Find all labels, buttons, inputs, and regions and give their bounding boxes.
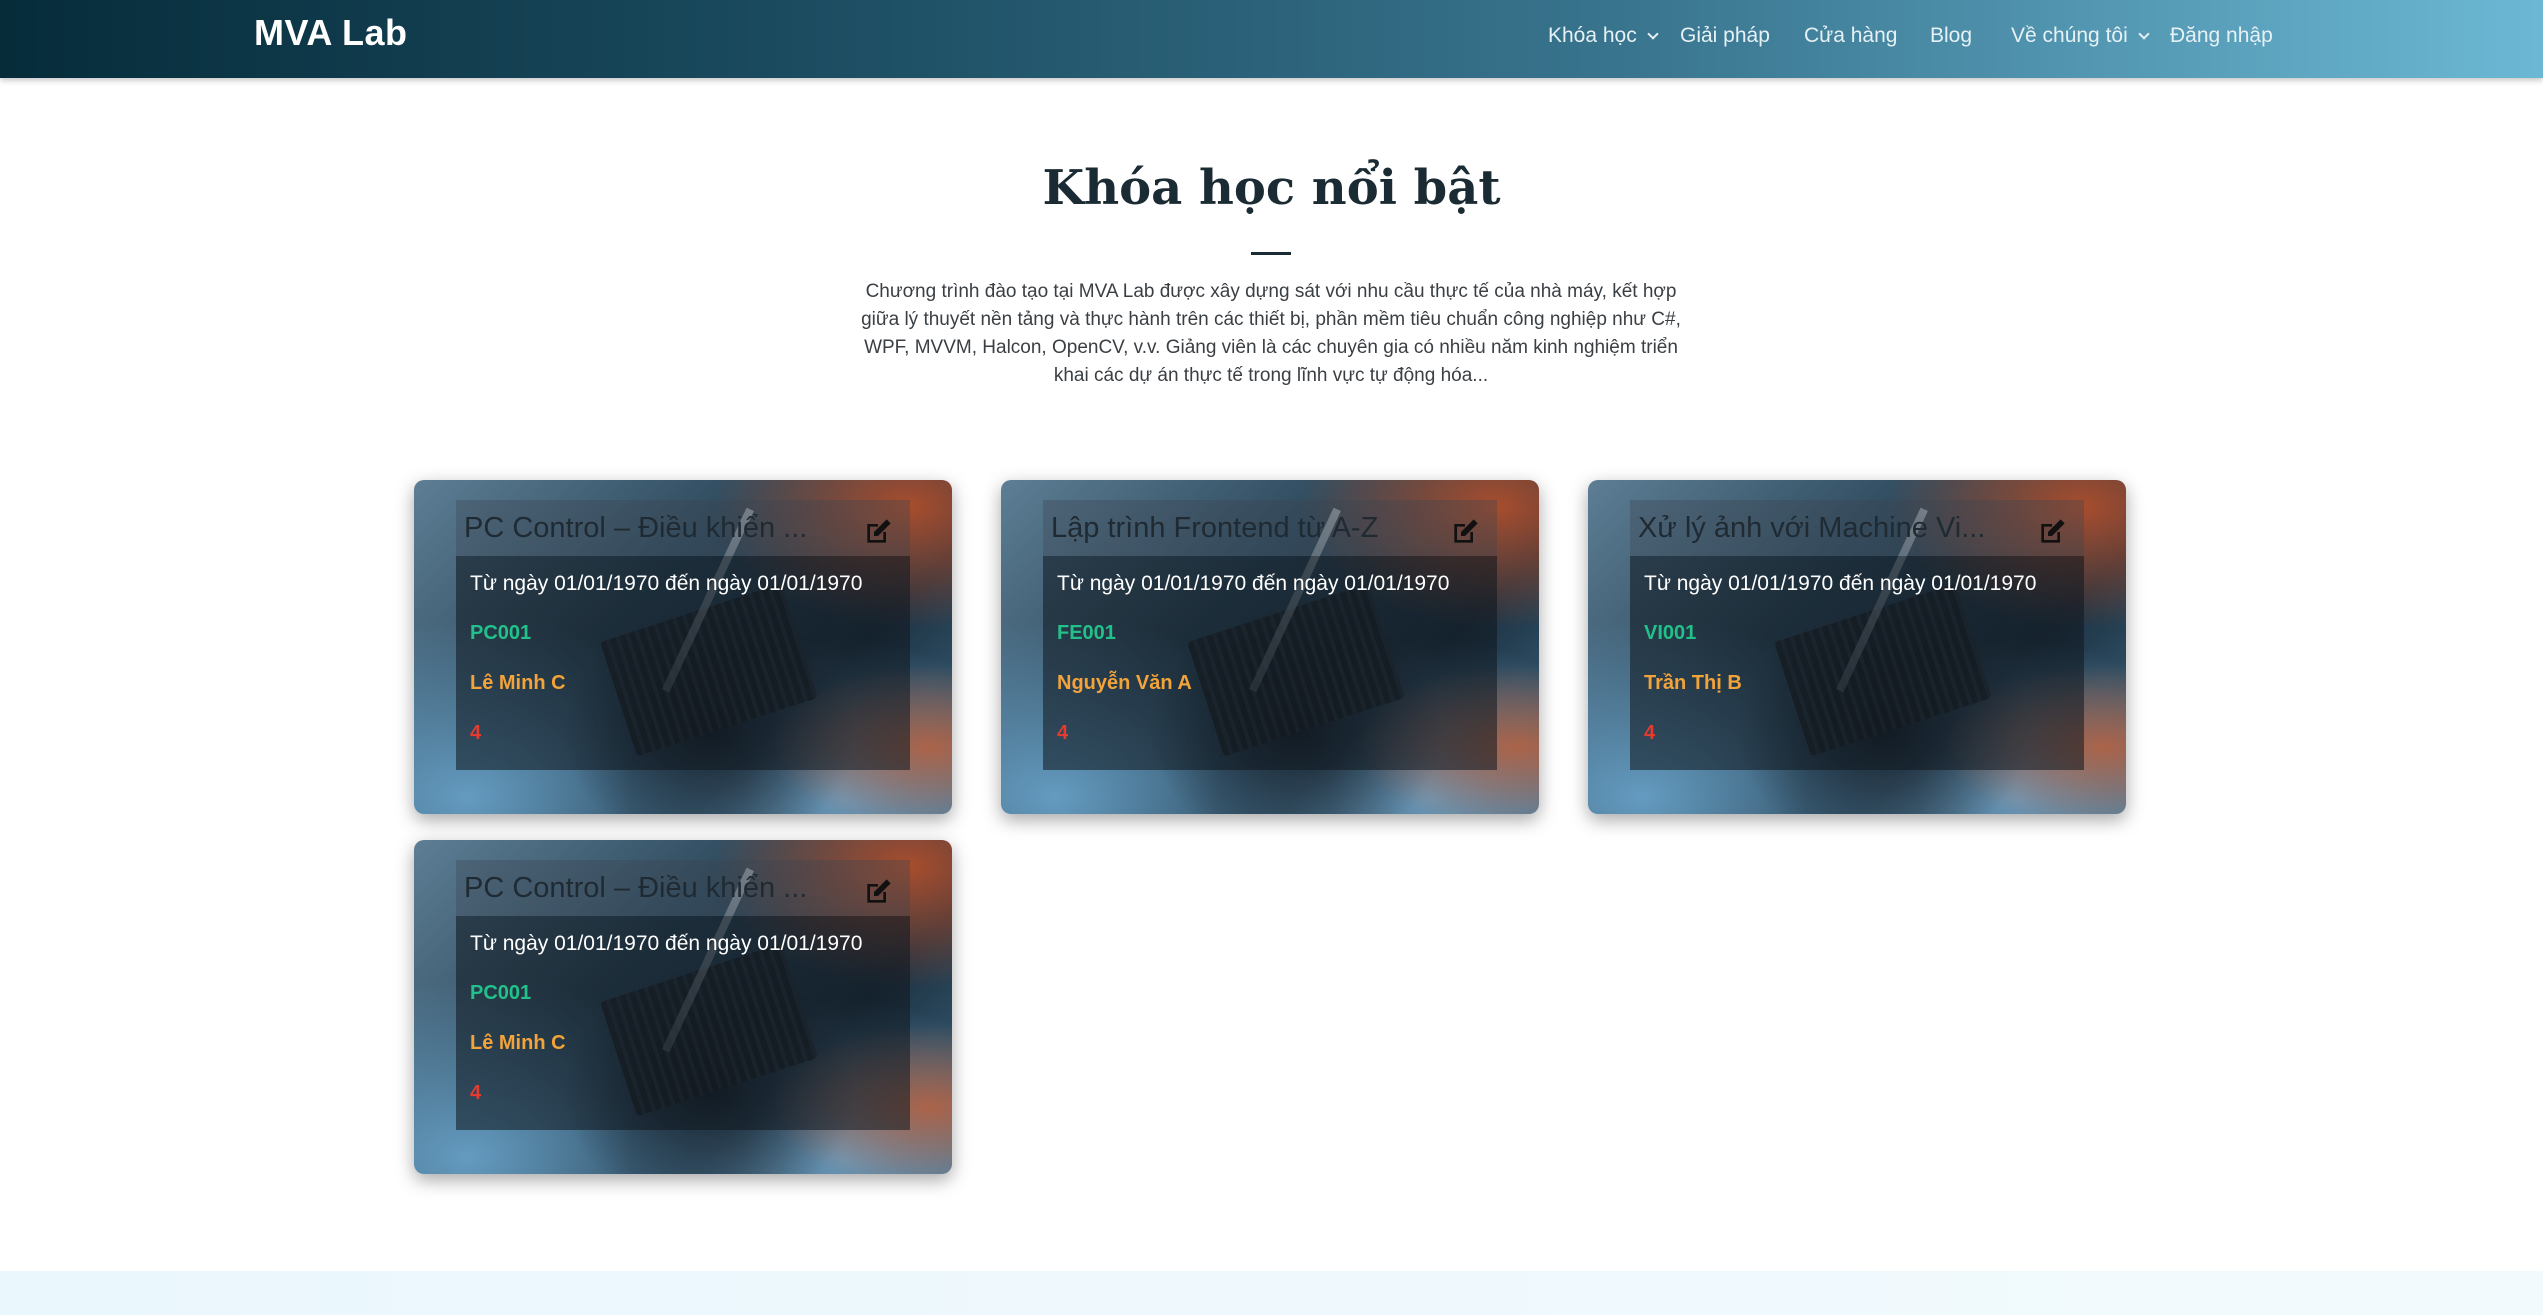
course-count: 4 bbox=[470, 722, 482, 744]
nav-item-label: Về chúng tôi bbox=[2011, 24, 2128, 47]
course-teacher: Trần Thị B bbox=[1644, 672, 1742, 694]
course-title[interactable]: PC Control – Điều khiển ... bbox=[464, 868, 844, 908]
nav-item-label: Cửa hàng bbox=[1804, 24, 1898, 47]
course-dates: Từ ngày 01/01/1970 đến ngày 01/01/1970 bbox=[1057, 572, 1450, 595]
nav-item-label: Khóa học bbox=[1548, 24, 1637, 47]
chevron-down-icon bbox=[1647, 28, 1659, 40]
brand-logo[interactable]: MVA Lab bbox=[254, 12, 408, 54]
course-card[interactable]: PC Control – Điều khiển ... Từ ngày 01/0… bbox=[414, 840, 952, 1174]
course-code: FE001 bbox=[1057, 622, 1116, 644]
course-dates: Từ ngày 01/01/1970 đến ngày 01/01/1970 bbox=[1644, 572, 2037, 595]
nav-item-blog[interactable]: Blog bbox=[1930, 22, 1972, 50]
nav-item-label: Giải pháp bbox=[1680, 24, 1770, 47]
course-dates: Từ ngày 01/01/1970 đến ngày 01/01/1970 bbox=[470, 932, 863, 955]
course-title[interactable]: Xử lý ảnh với Machine Vi... bbox=[1638, 508, 2018, 548]
top-navbar: MVA Lab Khóa học Giải pháp Cửa hàng Blog… bbox=[0, 0, 2543, 78]
section-title: Khóa học nổi bật bbox=[1042, 160, 1501, 216]
edit-icon[interactable] bbox=[1449, 516, 1481, 548]
nav-item-label: Đăng nhập bbox=[2170, 24, 2273, 47]
edit-icon[interactable] bbox=[2036, 516, 2068, 548]
course-code: PC001 bbox=[470, 622, 532, 644]
nav-item-label: Blog bbox=[1930, 24, 1973, 47]
course-card[interactable]: PC Control – Điều khiển ... Từ ngày 01/0… bbox=[414, 480, 952, 814]
course-title[interactable]: PC Control – Điều khiển ... bbox=[464, 508, 844, 548]
course-count: 4 bbox=[1057, 722, 1069, 744]
course-teacher: Lê Minh C bbox=[470, 1032, 566, 1054]
edit-icon[interactable] bbox=[862, 516, 894, 548]
course-count: 4 bbox=[470, 1082, 482, 1104]
course-dates: Từ ngày 01/01/1970 đến ngày 01/01/1970 bbox=[470, 572, 863, 595]
nav-item-store[interactable]: Cửa hàng bbox=[1804, 22, 1897, 50]
course-card[interactable]: Lập trình Frontend từ A-Z Từ ngày 01/01/… bbox=[1001, 480, 1539, 814]
chevron-down-icon bbox=[2138, 28, 2150, 40]
nav-item-login[interactable]: Đăng nhập bbox=[2170, 22, 2273, 50]
section-description: Chương trình đào tạo tại MVA Lab được xâ… bbox=[861, 281, 1681, 386]
course-code: VI001 bbox=[1644, 622, 1697, 644]
course-code: PC001 bbox=[470, 982, 532, 1004]
course-teacher: Nguyễn Văn A bbox=[1057, 672, 1192, 694]
course-count: 4 bbox=[1644, 722, 1656, 744]
footer-section-edge bbox=[0, 1271, 2543, 1315]
course-card[interactable]: Xử lý ảnh với Machine Vi... Từ ngày 01/0… bbox=[1588, 480, 2126, 814]
nav-item-solutions[interactable]: Giải pháp bbox=[1680, 22, 1770, 50]
course-teacher: Lê Minh C bbox=[470, 672, 566, 694]
nav-item-courses[interactable]: Khóa học bbox=[1548, 22, 1659, 50]
title-divider bbox=[1251, 252, 1291, 255]
course-title[interactable]: Lập trình Frontend từ A-Z bbox=[1051, 508, 1431, 548]
edit-icon[interactable] bbox=[862, 876, 894, 908]
nav-item-about[interactable]: Về chúng tôi bbox=[2011, 22, 2150, 50]
